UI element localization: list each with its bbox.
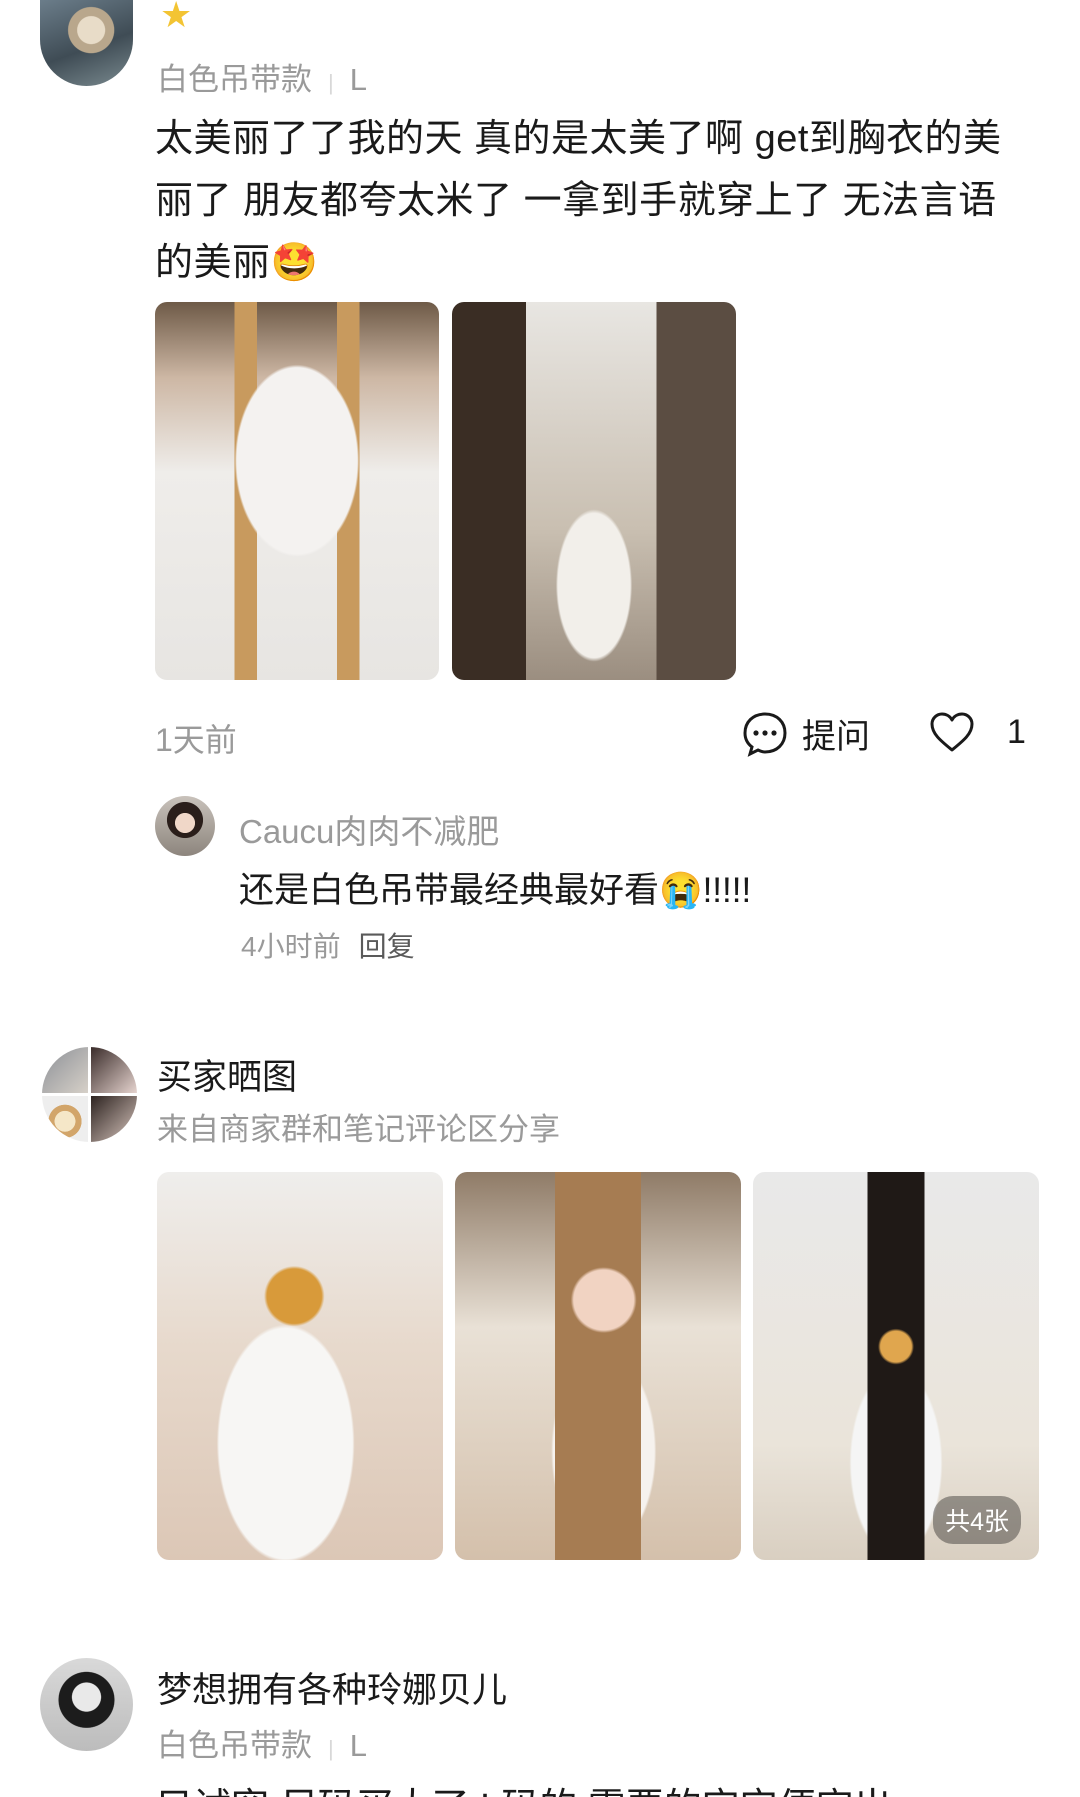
buyer-show-subtitle: 来自商家群和笔记评论区分享 — [157, 1112, 560, 1147]
photo-count-badge: 共4张 — [933, 1496, 1021, 1544]
review-photo[interactable] — [452, 302, 736, 680]
reviewer-username[interactable]: 梦想拥有各种玲娜贝儿 — [157, 1662, 507, 1713]
like-count: 1 — [1007, 712, 1026, 751]
reply-time: 4小时前 — [241, 931, 341, 962]
reply-username[interactable]: Caucu肉肉不减肥 — [239, 805, 499, 853]
reply-avatar[interactable] — [155, 796, 215, 856]
collage-thumb — [42, 1047, 88, 1093]
review-time: 1天前 — [155, 722, 237, 758]
heart-icon — [929, 711, 975, 753]
collage-thumb — [42, 1096, 88, 1142]
size-label: L — [349, 62, 367, 97]
buyer-show-title[interactable]: 买家晒图 — [157, 1049, 297, 1100]
collage-thumb — [91, 1096, 137, 1142]
review-variant-meta: 白色吊带款 | L — [157, 1720, 367, 1765]
review-photo[interactable] — [155, 302, 439, 680]
meta-divider: | — [328, 1736, 334, 1761]
ask-label: 提问 — [802, 718, 870, 756]
like-button[interactable]: 1 — [929, 711, 1026, 753]
meta-divider: | — [328, 70, 334, 95]
reviewer-avatar[interactable] — [40, 0, 133, 86]
reply-meta: 4小时前 回复 — [241, 925, 415, 965]
reply-text: 还是白色吊带最经典最好看😭!!!!! — [239, 871, 752, 910]
buyer-photo[interactable] — [455, 1172, 741, 1560]
review-text: 太美丽了了我的天 真的是太美了啊 get到胸衣的美丽了 朋友都夸太米了 一拿到手… — [155, 118, 1002, 284]
size-label: L — [349, 1728, 367, 1763]
review-variant-meta: 白色吊带款 | L — [157, 54, 367, 99]
buyer-show-avatar[interactable] — [42, 1047, 137, 1142]
ask-button[interactable]: 提问 — [742, 709, 870, 758]
buyer-photo[interactable] — [157, 1172, 443, 1560]
collage-thumb — [91, 1047, 137, 1093]
reviewer-avatar[interactable] — [40, 1658, 133, 1751]
variant-label: 白色吊带款 — [157, 1728, 312, 1763]
chat-bubble-icon — [742, 711, 788, 757]
star-icon: ★ — [160, 0, 193, 36]
reply-button[interactable]: 回复 — [359, 931, 415, 962]
buyer-photo[interactable]: 共4张 — [753, 1172, 1039, 1560]
variant-label: 白色吊带款 — [157, 62, 312, 97]
review-text-partial: 只试穿 尺码买大了 L码的 需要的宝宝便宜出 — [155, 1776, 892, 1797]
